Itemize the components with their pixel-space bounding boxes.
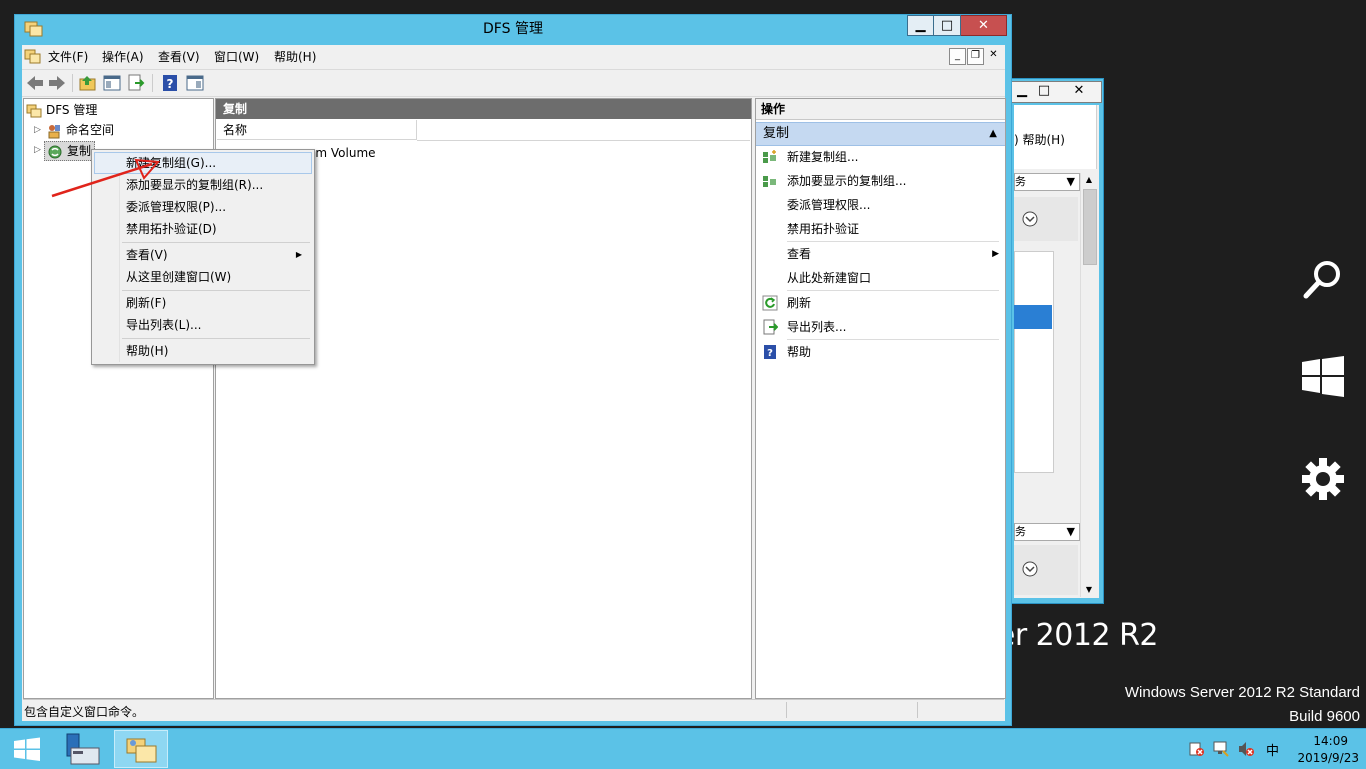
start-charm-icon[interactable] <box>1300 354 1346 400</box>
background-window[interactable]: ▁ □ ✕ ) 帮助(H) 务 ▼ 务 ▼ ▲ ▼ <box>1010 78 1104 604</box>
menu-view[interactable]: 查看(V) <box>158 48 200 65</box>
dfs-root-icon <box>26 104 42 117</box>
help-icon: ? <box>764 345 776 359</box>
ctx-separator <box>122 338 310 339</box>
actions-section-label: 复制 <box>763 126 790 141</box>
menu-action[interactable]: 操作(A) <box>102 48 144 65</box>
desktop-watermark-build: Build 9600 <box>1289 708 1360 725</box>
dfs-management-taskbar-button[interactable] <box>114 730 168 768</box>
clock-date[interactable]: 2019/9/23 <box>1297 751 1359 765</box>
annotation-arrow-icon <box>51 158 161 198</box>
volume-muted-icon[interactable] <box>1238 741 1254 757</box>
minimize-button[interactable]: ▁ <box>907 15 934 36</box>
close-button[interactable]: ✕ <box>961 15 1007 36</box>
actions-section-replication[interactable]: 复制 ▲ <box>756 122 1005 146</box>
refresh-icon <box>762 295 778 311</box>
window-client-area: 文件(F) 操作(A) 查看(V) 窗口(W) 帮助(H) _ ❐ ✕ ? DF… <box>22 45 1006 721</box>
menu-file[interactable]: 文件(F) <box>48 48 88 65</box>
up-level-icon[interactable] <box>78 73 98 93</box>
namespace-icon <box>48 124 60 138</box>
bg-window-dropdown-top[interactable]: 务 ▼ <box>1014 173 1080 191</box>
tree-item-namespaces[interactable]: 命名空间 <box>46 121 114 139</box>
help-icon[interactable]: ? <box>160 73 180 93</box>
bg-window-menu-fragment: ) 帮助(H) <box>1014 133 1065 147</box>
actions-pane-title: 操作 <box>756 99 1005 120</box>
tree-item-label: 命名空间 <box>66 123 115 137</box>
maximize-button[interactable]: □ <box>934 15 961 36</box>
export-list-icon[interactable] <box>126 73 146 93</box>
svg-text:?: ? <box>167 77 174 91</box>
show-hide-tree-icon[interactable] <box>102 73 122 93</box>
mdi-child-icon[interactable] <box>24 48 42 64</box>
network-icon[interactable] <box>1213 741 1229 757</box>
column-header-name[interactable]: 名称 <box>217 120 417 140</box>
action-refresh[interactable]: 刷新 <box>756 291 1005 315</box>
bg-window-expand-icon[interactable] <box>1022 211 1038 227</box>
bg-window-scrollbar[interactable]: ▲ ▼ <box>1080 173 1098 597</box>
action-add-replication-group[interactable]: 添加要显示的复制组... <box>756 169 1005 193</box>
status-text: 包含自定义窗口命令。 <box>24 705 145 719</box>
toolbar: ? <box>22 69 1005 97</box>
dfs-management-window[interactable]: DFS 管理 ▁ □ ✕ 文件(F) 操作(A) 查看(V) 窗口(W) 帮助(… <box>14 14 1012 726</box>
bg-window-expand-icon-2[interactable] <box>1022 561 1038 577</box>
ctx-refresh[interactable]: 刷新(F) <box>94 292 312 314</box>
action-new-window-from-here[interactable]: 从此处新建窗口 <box>756 266 1005 290</box>
forward-icon[interactable] <box>47 73 67 93</box>
mdi-restore-button[interactable]: ❐ <box>967 48 984 65</box>
new-replication-group-icon <box>763 150 776 163</box>
back-icon[interactable] <box>25 73 45 93</box>
action-disable-topology-validation[interactable]: 禁用拓扑验证 <box>756 217 1005 241</box>
export-icon <box>763 319 778 335</box>
actions-pane[interactable]: 操作 复制 ▲ 新建复制组... 添加要显示的复制组... 委派管理权限... … <box>755 98 1006 699</box>
start-button-icon[interactable] <box>0 730 54 768</box>
status-bar: 包含自定义窗口命令。 <box>23 699 1004 720</box>
menu-window[interactable]: 窗口(W) <box>214 48 259 65</box>
ctx-separator <box>122 290 310 291</box>
menu-help[interactable]: 帮助(H) <box>274 48 316 65</box>
mdi-close-button[interactable]: ✕ <box>985 48 1002 65</box>
ctx-help[interactable]: 帮助(H) <box>94 340 312 362</box>
bg-window-content: ) 帮助(H) 务 ▼ 务 ▼ ▲ ▼ <box>1014 105 1099 598</box>
collapse-caret-icon[interactable]: ▲ <box>989 123 997 145</box>
add-replication-group-icon <box>763 176 776 187</box>
expand-namespaces-icon[interactable]: ▷ <box>34 125 41 135</box>
submenu-arrow-icon: ▶ <box>992 249 999 259</box>
ctx-disable-topology-validation[interactable]: 禁用拓扑验证(D) <box>94 218 312 240</box>
search-charm-icon[interactable] <box>1300 256 1346 302</box>
server-manager-taskbar-icon[interactable] <box>55 730 109 768</box>
ctx-separator <box>122 242 310 243</box>
ctx-export-list[interactable]: 导出列表(L)... <box>94 314 312 336</box>
action-view[interactable]: 查看 ▶ <box>756 242 1005 266</box>
ctx-new-window-from-here[interactable]: 从这里创建窗口(W) <box>94 266 312 288</box>
tree-root-dfs-management[interactable]: DFS 管理 <box>26 101 97 119</box>
action-center-icon[interactable] <box>1189 741 1205 757</box>
submenu-arrow-icon: ▶ <box>295 250 302 259</box>
window-title: DFS 管理 <box>483 21 543 37</box>
bg-window-close-button[interactable]: ✕ <box>1057 81 1102 103</box>
ctx-view[interactable]: 查看(V) ▶ <box>94 244 312 266</box>
mdi-minimize-button[interactable]: _ <box>949 48 966 65</box>
result-row-text[interactable]: em Volume <box>308 146 376 160</box>
action-help[interactable]: ? 帮助 <box>756 340 1005 364</box>
clock-time[interactable]: 14:09 <box>1313 734 1348 748</box>
dfs-taskbar-icon <box>126 738 157 763</box>
settings-charm-icon[interactable] <box>1300 456 1346 502</box>
bg-window-dropdown-bottom[interactable]: 务 ▼ <box>1014 523 1080 541</box>
svg-text:?: ? <box>767 348 773 359</box>
action-new-replication-group[interactable]: 新建复制组... <box>756 145 1005 169</box>
bg-window-minimize-button[interactable]: ▁ <box>1011 81 1033 103</box>
taskbar: 中 14:09 2019/9/23 <box>0 728 1366 769</box>
column-header-empty[interactable] <box>417 120 750 141</box>
action-export-list[interactable]: 导出列表... <box>756 315 1005 339</box>
ime-indicator[interactable]: 中 <box>1266 740 1279 759</box>
tree-root-label: DFS 管理 <box>46 103 98 117</box>
show-hide-action-pane-icon[interactable] <box>185 73 205 93</box>
menu-bar: 文件(F) 操作(A) 查看(V) 窗口(W) 帮助(H) _ ❐ ✕ <box>22 45 1005 67</box>
bg-window-maximize-button[interactable]: □ <box>1031 81 1058 103</box>
results-pane-header: 复制 <box>216 99 751 119</box>
desktop-watermark-edition: Windows Server 2012 R2 Standard <box>1124 684 1360 701</box>
action-delegate-permissions[interactable]: 委派管理权限... <box>756 193 1005 217</box>
